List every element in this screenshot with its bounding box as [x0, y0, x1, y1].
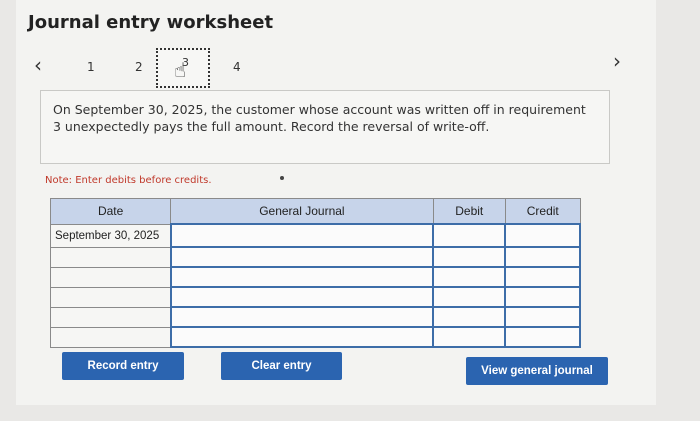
journal-input[interactable] — [169, 223, 435, 248]
date-cell[interactable] — [49, 266, 172, 288]
chevron-left-icon[interactable]: ‹ — [34, 53, 42, 77]
question-text: On September 30, 2025, the customer whos… — [40, 90, 610, 164]
page-title: Journal entry worksheet — [28, 12, 274, 33]
credit-input[interactable] — [504, 286, 581, 308]
col-date: Date — [49, 198, 172, 225]
debit-input[interactable] — [432, 246, 507, 268]
date-cell[interactable] — [49, 326, 172, 348]
table-header-row: Date General Journal Debit Credit — [49, 198, 581, 225]
table-row — [49, 246, 581, 268]
note-text: Note: Enter debits before credits. — [45, 175, 212, 186]
hand-pointer-icon: ☝ — [174, 60, 187, 82]
debit-input[interactable] — [432, 286, 507, 308]
credit-input[interactable] — [504, 306, 581, 328]
journal-input[interactable] — [169, 286, 435, 308]
col-general-journal: General Journal — [170, 198, 434, 225]
date-cell: September 30, 2025 — [49, 223, 172, 248]
decorative-dot — [280, 176, 284, 180]
step-1[interactable]: 1 — [87, 60, 95, 74]
view-general-journal-button[interactable]: View general journal — [466, 357, 608, 385]
clear-entry-button[interactable]: Clear entry — [221, 352, 342, 380]
record-entry-button[interactable]: Record entry — [62, 352, 184, 380]
debit-input[interactable] — [432, 326, 507, 348]
credit-input[interactable] — [504, 246, 581, 268]
step-2[interactable]: 2 — [135, 60, 143, 74]
credit-input[interactable] — [504, 266, 581, 288]
date-cell[interactable] — [49, 306, 172, 328]
debit-input[interactable] — [432, 306, 507, 328]
journal-table: Date General Journal Debit Credit Septem… — [49, 198, 581, 348]
table-row — [49, 266, 581, 288]
credit-input[interactable] — [504, 223, 581, 248]
date-cell[interactable] — [49, 286, 172, 308]
col-credit: Credit — [504, 198, 581, 225]
journal-input[interactable] — [169, 326, 435, 348]
journal-input[interactable] — [169, 306, 435, 328]
chevron-right-icon[interactable]: › — [613, 49, 621, 73]
journal-input[interactable] — [169, 266, 435, 288]
journal-input[interactable] — [169, 246, 435, 268]
table-row — [49, 286, 581, 308]
date-cell[interactable] — [49, 246, 172, 268]
table-row: September 30, 2025 — [49, 223, 581, 248]
table-row — [49, 306, 581, 328]
table-row — [49, 326, 581, 348]
debit-input[interactable] — [432, 266, 507, 288]
col-debit: Debit — [432, 198, 506, 225]
step-4[interactable]: 4 — [233, 60, 241, 74]
credit-input[interactable] — [504, 326, 581, 348]
debit-input[interactable] — [432, 223, 507, 248]
step-3-active[interactable]: 3 ☝ — [156, 48, 210, 88]
